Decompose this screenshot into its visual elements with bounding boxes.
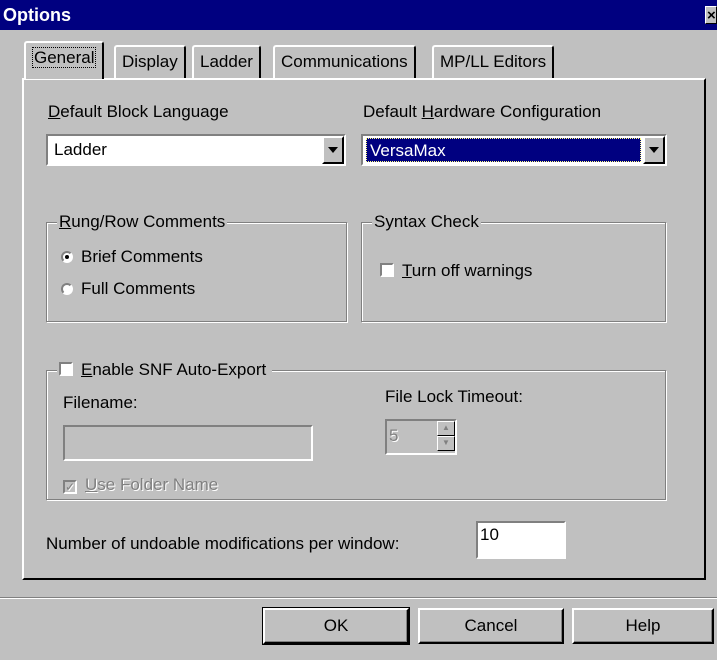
filename-input[interactable]: [63, 425, 313, 461]
radio-brief-comments[interactable]: Brief Comments: [61, 247, 203, 267]
hw-config-select[interactable]: VersaMax: [361, 134, 667, 166]
turn-off-warnings-checkbox[interactable]: Turn off warnings: [380, 261, 532, 281]
checkbox-icon: [380, 263, 394, 277]
file-lock-label: File Lock Timeout:: [385, 387, 523, 406]
undo-count-input[interactable]: 10: [476, 521, 566, 559]
use-folder-name-checkbox[interactable]: ✓ Use Folder Name: [63, 475, 218, 495]
block-language-label: Default Block Language: [48, 102, 229, 121]
tab-mp-ll-editors[interactable]: MP/LL Editors: [432, 45, 555, 78]
checkbox-icon: [59, 362, 73, 376]
chevron-down-icon[interactable]: [643, 136, 665, 164]
title-bar[interactable]: Options ×: [0, 0, 717, 30]
spin-up-icon[interactable]: ▲: [437, 421, 455, 436]
block-language-select[interactable]: Ladder: [46, 134, 346, 166]
spin-down-icon[interactable]: ▼: [437, 436, 455, 451]
tab-ladder[interactable]: Ladder: [192, 45, 261, 78]
undo-label: Number of undoable modifications per win…: [46, 534, 400, 553]
separator: [0, 597, 717, 599]
rung-comments-group: Rung/Row Comments Brief Comments Full Co…: [46, 212, 347, 322]
hw-config-label: Default Hardware Configuration: [363, 102, 602, 121]
tab-display[interactable]: Display: [114, 45, 186, 78]
tab-communications[interactable]: Communications: [273, 45, 416, 78]
tab-panel-general: Default Block Language Ladder Default Ha…: [22, 78, 706, 580]
help-button[interactable]: Help: [572, 608, 714, 644]
chevron-down-icon[interactable]: [322, 136, 344, 164]
enable-snf-checkbox[interactable]: Enable SNF Auto-Export: [57, 360, 273, 380]
snf-export-group: Enable SNF Auto-Export Filename: File Lo…: [46, 360, 666, 500]
checkbox-icon: ✓: [63, 480, 77, 494]
tab-general[interactable]: General: [24, 41, 105, 79]
ok-button[interactable]: OK: [262, 607, 410, 645]
cancel-button[interactable]: Cancel: [418, 608, 564, 644]
radio-icon: [61, 283, 73, 295]
close-icon[interactable]: ×: [705, 6, 717, 24]
options-dialog: Options × General Display Ladder Communi…: [0, 0, 717, 660]
window-title: Options: [3, 5, 71, 25]
syntax-check-title: Syntax Check: [372, 212, 481, 232]
file-lock-stepper[interactable]: 5 ▲ ▼: [385, 419, 457, 455]
radio-full-comments[interactable]: Full Comments: [61, 279, 195, 299]
filename-label: Filename:: [63, 393, 138, 412]
radio-icon: [61, 251, 73, 263]
rung-comments-title: Rung/Row Comments: [57, 212, 228, 232]
syntax-check-group: Syntax Check Turn off warnings: [361, 212, 666, 322]
